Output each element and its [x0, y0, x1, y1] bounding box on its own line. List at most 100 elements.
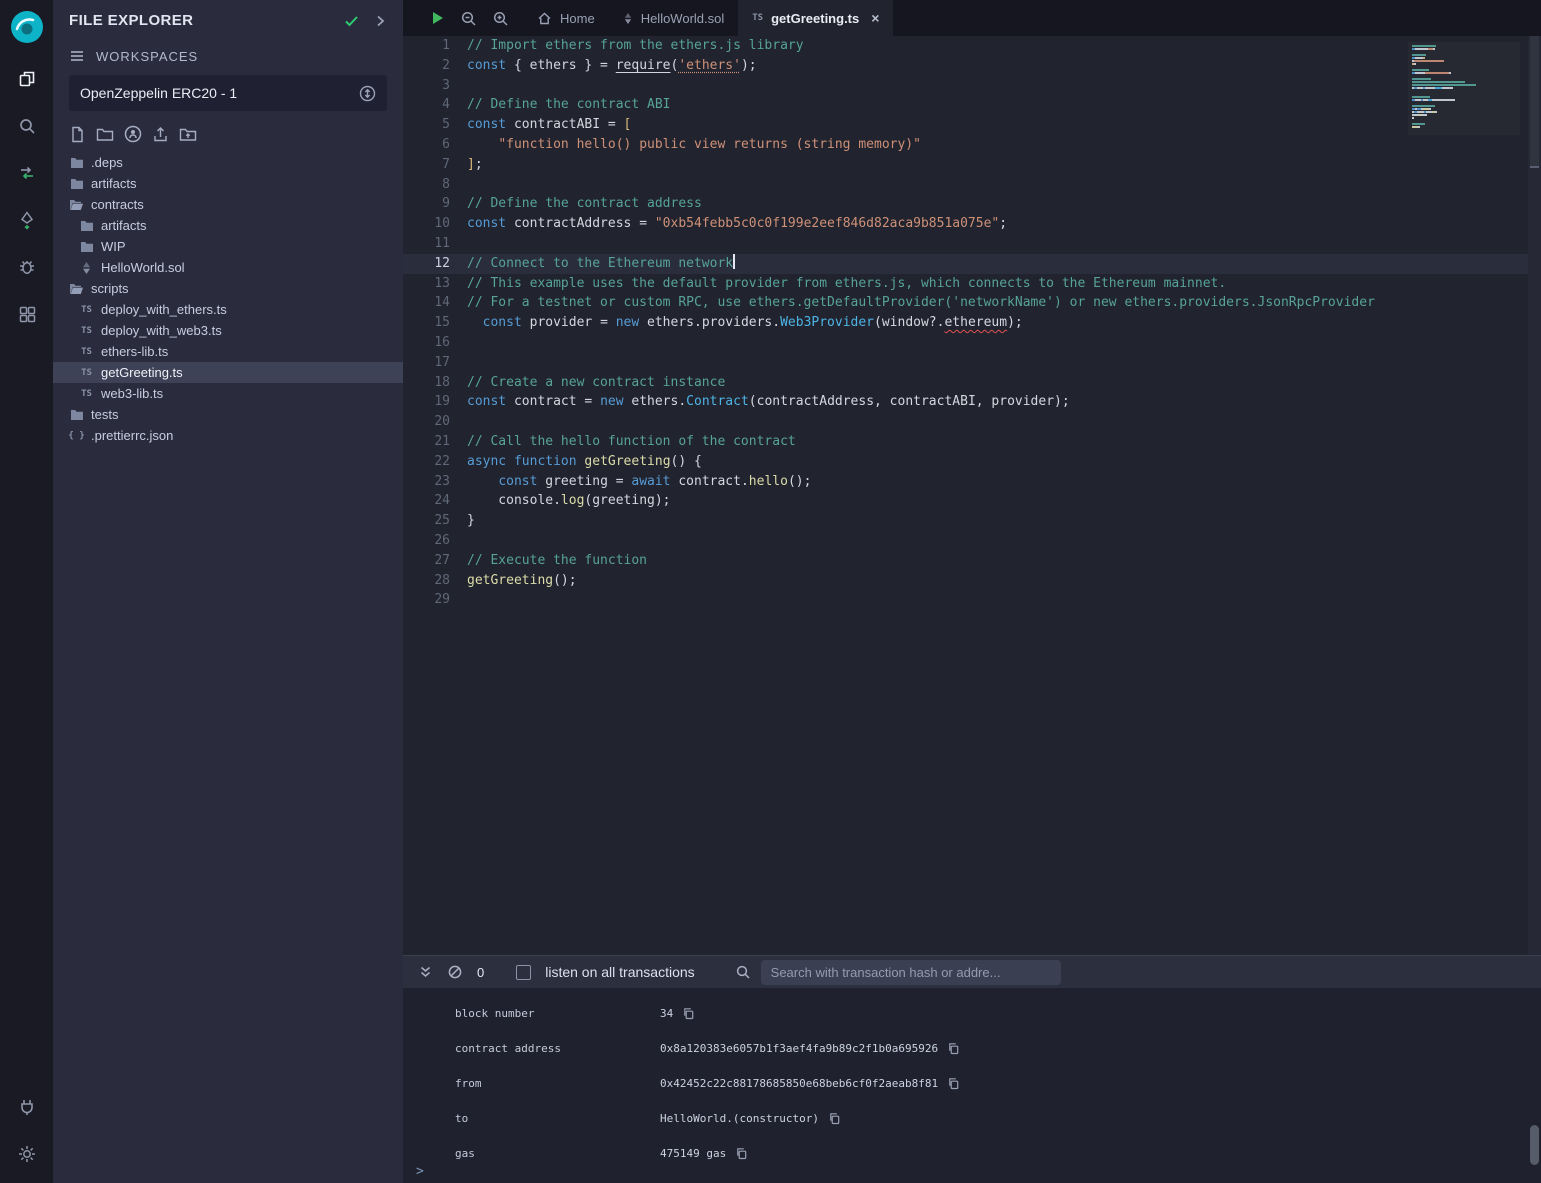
tree-item-getgreeting-ts[interactable]: TSgetGreeting.ts	[53, 362, 403, 383]
check-icon[interactable]	[343, 13, 359, 29]
line-number[interactable]: 27	[403, 551, 467, 571]
code-line[interactable]: 18// Create a new contract instance	[403, 373, 1528, 393]
plugins-icon[interactable]	[0, 290, 53, 337]
code-line[interactable]: 1// Import ethers from the ethers.js lib…	[403, 36, 1528, 56]
line-number[interactable]: 10	[403, 214, 467, 234]
code-editor[interactable]: 1// Import ethers from the ethers.js lib…	[403, 36, 1528, 955]
code-line[interactable]: 29	[403, 590, 1528, 610]
search-icon[interactable]	[0, 102, 53, 149]
new-file-icon[interactable]	[69, 126, 86, 143]
terminal-search-input[interactable]	[761, 960, 1061, 985]
code-line[interactable]: 7];	[403, 155, 1528, 175]
tree-item-tests[interactable]: tests	[53, 404, 403, 425]
close-tab-icon[interactable]: ×	[871, 11, 879, 25]
line-number[interactable]: 17	[403, 353, 467, 373]
upload-icon[interactable]	[152, 126, 169, 143]
code-line[interactable]: 12// Connect to the Ethereum network	[403, 254, 1528, 274]
code-line[interactable]: 19const contract = new ethers.Contract(c…	[403, 392, 1528, 412]
code-line[interactable]: 16	[403, 333, 1528, 353]
terminal-prompt[interactable]: >	[416, 1164, 424, 1179]
tree-item-wip[interactable]: WIP	[53, 236, 403, 257]
line-number[interactable]: 19	[403, 392, 467, 412]
code-line[interactable]: 10const contractAddress = "0xb54febb5c0c…	[403, 214, 1528, 234]
line-number[interactable]: 4	[403, 95, 467, 115]
code-line[interactable]: 3	[403, 76, 1528, 96]
copy-icon[interactable]	[828, 1112, 841, 1125]
copy-icon[interactable]	[947, 1042, 960, 1055]
restore-folder-icon[interactable]	[179, 126, 197, 143]
line-number[interactable]: 8	[403, 175, 467, 195]
code-line[interactable]: 15 const provider = new ethers.providers…	[403, 313, 1528, 333]
copy-icon[interactable]	[735, 1147, 748, 1160]
line-number[interactable]: 15	[403, 313, 467, 333]
new-folder-icon[interactable]	[96, 126, 114, 143]
code-line[interactable]: 17	[403, 353, 1528, 373]
workspace-select[interactable]: OpenZeppelin ERC20 - 1	[69, 75, 387, 111]
tree-item-helloworld-sol[interactable]: HelloWorld.sol	[53, 257, 403, 278]
file-explorer-icon[interactable]	[0, 55, 53, 102]
github-icon[interactable]	[124, 125, 142, 143]
line-number[interactable]: 7	[403, 155, 467, 175]
line-number[interactable]: 14	[403, 293, 467, 313]
line-number[interactable]: 23	[403, 472, 467, 492]
tree-item-deps[interactable]: .deps	[53, 152, 403, 173]
code-line[interactable]: 13// This example uses the default provi…	[403, 274, 1528, 294]
collapse-double-chevron-icon[interactable]	[418, 965, 433, 980]
code-line[interactable]: 24 console.log(greeting);	[403, 491, 1528, 511]
line-number[interactable]: 22	[403, 452, 467, 472]
line-number[interactable]: 20	[403, 412, 467, 432]
listen-all-transactions-checkbox[interactable]	[516, 965, 531, 980]
settings-gear-icon[interactable]	[0, 1130, 53, 1177]
code-line[interactable]: 25}	[403, 511, 1528, 531]
line-number[interactable]: 26	[403, 531, 467, 551]
code-line[interactable]: 20	[403, 412, 1528, 432]
tree-item-artifacts[interactable]: artifacts	[53, 215, 403, 236]
code-line[interactable]: 21// Call the hello function of the cont…	[403, 432, 1528, 452]
code-line[interactable]: 8	[403, 175, 1528, 195]
line-number[interactable]: 28	[403, 571, 467, 591]
copy-icon[interactable]	[947, 1077, 960, 1090]
line-number[interactable]: 3	[403, 76, 467, 96]
line-number[interactable]: 18	[403, 373, 467, 393]
tree-item-contracts[interactable]: contracts	[53, 194, 403, 215]
code-line[interactable]: 2const { ethers } = require('ethers');	[403, 56, 1528, 76]
plugin-manager-icon[interactable]	[0, 1083, 53, 1130]
terminal-scrollbar-thumb[interactable]	[1530, 1125, 1539, 1165]
zoom-in-icon[interactable]	[492, 10, 509, 27]
tree-item-artifacts[interactable]: artifacts	[53, 173, 403, 194]
remix-logo[interactable]	[5, 5, 49, 49]
line-number[interactable]: 12	[403, 254, 467, 274]
tab-helloworld-sol[interactable]: HelloWorld.sol	[609, 0, 739, 36]
deploy-run-icon[interactable]	[0, 196, 53, 243]
code-line[interactable]: 22async function getGreeting() {	[403, 452, 1528, 472]
tab-home[interactable]: Home	[523, 0, 609, 36]
line-number[interactable]: 2	[403, 56, 467, 76]
workspace-cycle-icon[interactable]	[359, 85, 376, 102]
debugger-icon[interactable]	[0, 243, 53, 290]
line-number[interactable]: 29	[403, 590, 467, 610]
tree-item-ethers-lib-ts[interactable]: TSethers-lib.ts	[53, 341, 403, 362]
editor-scrollbar[interactable]	[1528, 36, 1541, 955]
line-number[interactable]: 9	[403, 194, 467, 214]
tree-item-deploy-with-web3-ts[interactable]: TSdeploy_with_web3.ts	[53, 320, 403, 341]
code-line[interactable]: 23 const greeting = await contract.hello…	[403, 472, 1528, 492]
tree-item-prettierrc-json[interactable]: { }.prettierrc.json	[53, 425, 403, 446]
chevron-right-icon[interactable]	[373, 14, 387, 28]
tree-item-deploy-with-ethers-ts[interactable]: TSdeploy_with_ethers.ts	[53, 299, 403, 320]
solidity-compiler-icon[interactable]	[0, 149, 53, 196]
line-number[interactable]: 1	[403, 36, 467, 56]
tree-item-web3-lib-ts[interactable]: TSweb3-lib.ts	[53, 383, 403, 404]
line-number[interactable]: 24	[403, 491, 467, 511]
line-number[interactable]: 11	[403, 234, 467, 254]
minimap[interactable]	[1408, 42, 1520, 135]
line-number[interactable]: 6	[403, 135, 467, 155]
editor-scrollbar-thumb[interactable]	[1530, 36, 1539, 168]
line-number[interactable]: 5	[403, 115, 467, 135]
code-line[interactable]: 5const contractABI = [	[403, 115, 1528, 135]
code-line[interactable]: 14// For a testnet or custom RPC, use et…	[403, 293, 1528, 313]
code-line[interactable]: 27// Execute the function	[403, 551, 1528, 571]
line-number[interactable]: 16	[403, 333, 467, 353]
code-line[interactable]: 6 "function hello() public view returns …	[403, 135, 1528, 155]
code-line[interactable]: 4// Define the contract ABI	[403, 95, 1528, 115]
tab-getgreeting-ts[interactable]: TSgetGreeting.ts×	[738, 0, 893, 36]
